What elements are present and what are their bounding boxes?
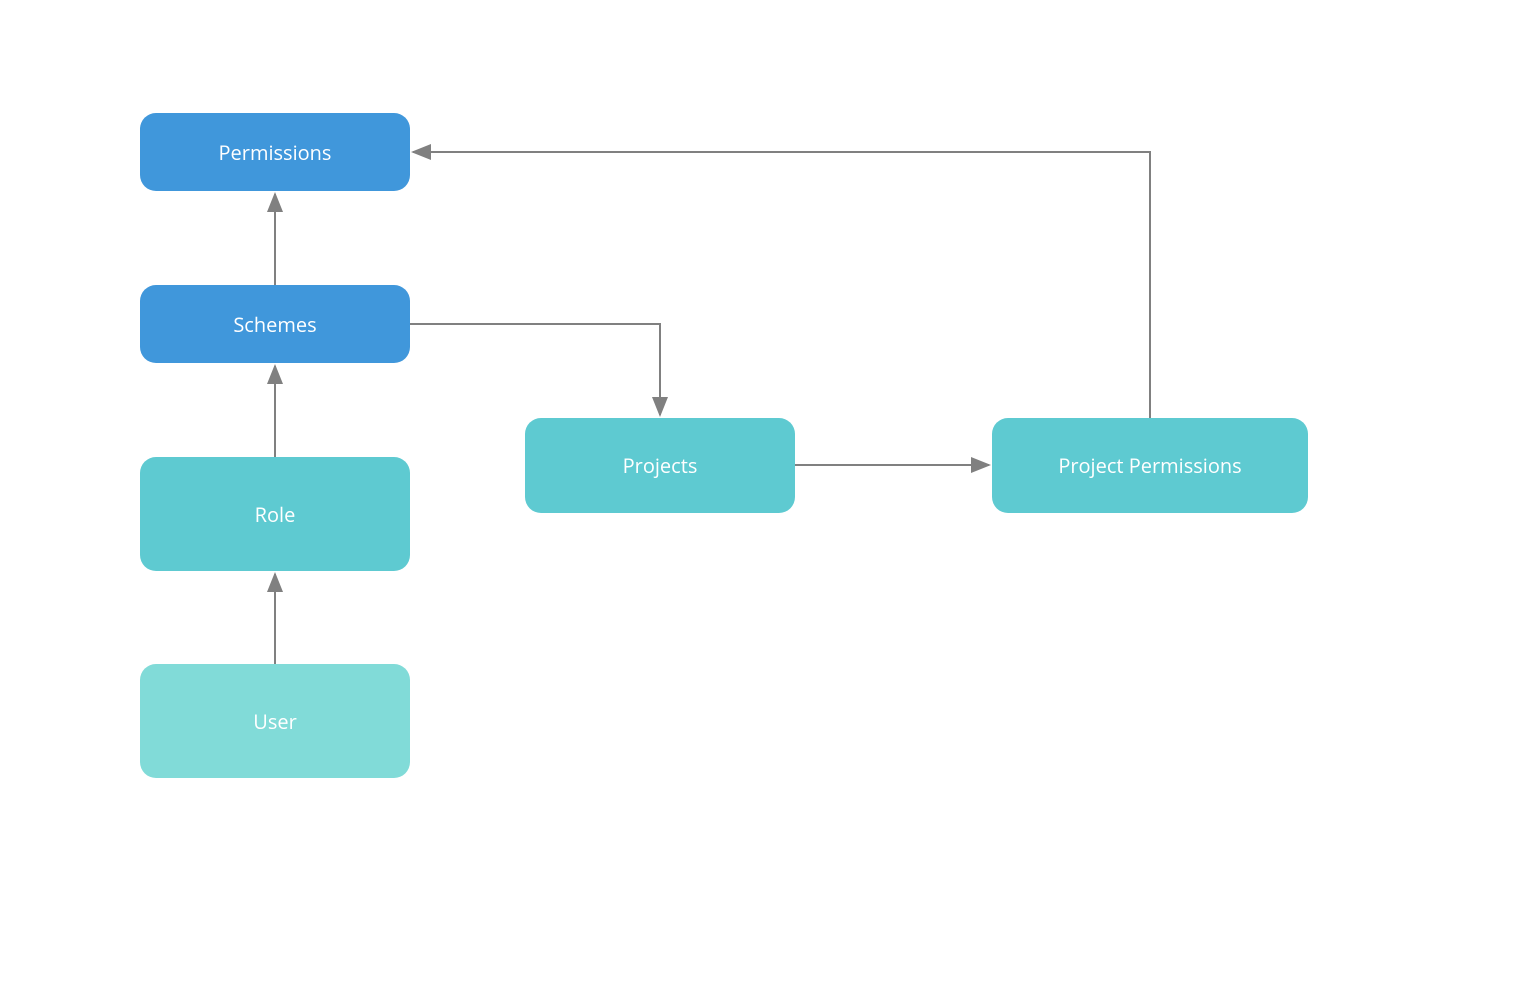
node-label: Schemes xyxy=(233,311,316,338)
diagram-canvas: Permissions Schemes Role User Projects P… xyxy=(0,0,1522,984)
node-projects: Projects xyxy=(525,418,795,513)
node-label: User xyxy=(253,708,297,735)
node-permissions: Permissions xyxy=(140,113,410,191)
node-role: Role xyxy=(140,457,410,571)
node-label: Permissions xyxy=(219,139,332,166)
arrow-schemes-to-projects xyxy=(410,324,660,415)
node-label: Project Permissions xyxy=(1058,452,1241,479)
node-label: Role xyxy=(255,501,296,528)
node-project-permissions: Project Permissions xyxy=(992,418,1308,513)
node-user: User xyxy=(140,664,410,778)
node-schemes: Schemes xyxy=(140,285,410,363)
node-label: Projects xyxy=(623,452,698,479)
arrow-project-permissions-to-permissions xyxy=(413,152,1150,418)
